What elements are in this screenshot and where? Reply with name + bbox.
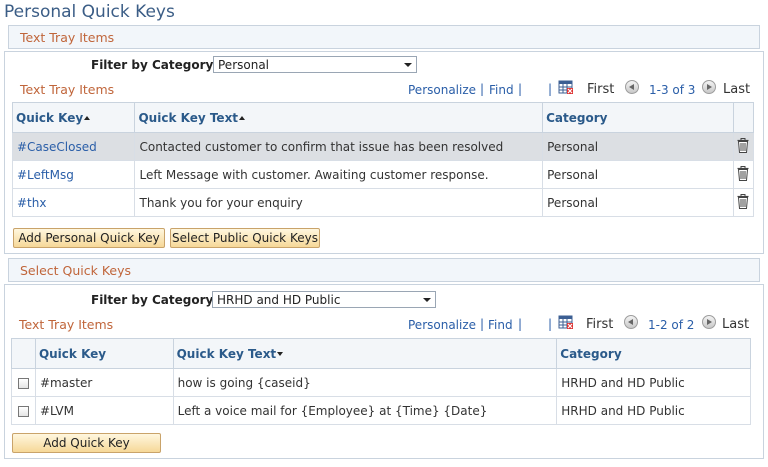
next-icon[interactable] <box>702 315 716 329</box>
filter-category-value: Personal <box>218 58 270 72</box>
page-title: Personal Quick Keys <box>4 2 175 22</box>
column-header-category[interactable]: Category <box>542 102 734 133</box>
quick-key-link[interactable]: #thx <box>11 188 136 217</box>
category-cell: HRHD and HD Public <box>556 396 751 425</box>
quick-key-cell: #master <box>34 368 174 397</box>
find-link[interactable]: Find <box>489 83 514 97</box>
dropdown-arrow-icon <box>423 298 431 302</box>
personal-keys-table: Quick Key Quick Key Text Category #CaseC… <box>11 102 755 217</box>
sort-descending-icon <box>277 352 284 356</box>
table-row[interactable]: #LeftMsg Left Message with customer. Awa… <box>11 160 755 189</box>
grid-title: Text Tray Items <box>20 82 115 97</box>
select-keys-table: Quick Key Quick Key Text Category #maste… <box>11 338 751 425</box>
category-cell: Personal <box>542 160 734 189</box>
delete-cell <box>732 188 755 217</box>
trash-icon[interactable] <box>737 137 749 156</box>
row-checkbox[interactable] <box>17 405 29 417</box>
table-row[interactable]: #thx Thank you for your enquiry Personal <box>11 188 755 217</box>
previous-icon[interactable] <box>625 80 639 94</box>
last-label: Last <box>723 82 751 97</box>
filter-category-label: Filter by Category <box>91 293 214 307</box>
personal-keys-panel: Filter by Category Personal Text Tray It… <box>4 51 764 254</box>
separator: | <box>480 82 485 96</box>
first-label: First <box>586 317 614 332</box>
table-row: #LVM Left a voice mail for {Employee} at… <box>11 396 751 425</box>
separator: | <box>480 317 485 331</box>
row-range: 1-3 of 3 <box>649 83 696 97</box>
section-header-label: Select Quick Keys <box>20 263 132 278</box>
section-header-label: Text Tray Items <box>20 30 115 45</box>
trash-icon[interactable] <box>737 193 749 212</box>
quick-key-text: how is going {caseid} <box>172 368 558 397</box>
add-personal-quick-key-button[interactable]: Add Personal Quick Key <box>13 228 165 248</box>
column-header-quick-key-text[interactable]: Quick Key Text <box>172 338 558 369</box>
quick-key-cell: #LVM <box>34 396 174 425</box>
filter-category-select[interactable]: Personal <box>213 56 417 73</box>
column-header-category[interactable]: Category <box>556 338 751 369</box>
delete-cell <box>732 132 755 161</box>
category-cell: Personal <box>542 188 734 217</box>
section-header-text-tray-items: Text Tray Items <box>8 25 760 49</box>
grid-title: Text Tray Items <box>19 317 114 332</box>
next-icon[interactable] <box>702 80 716 94</box>
row-range: 1-2 of 2 <box>648 318 695 332</box>
table-header-row: Quick Key Quick Key Text Category <box>11 338 751 369</box>
sort-ascending-icon <box>239 116 246 120</box>
table-header-row: Quick Key Quick Key Text Category <box>11 102 755 133</box>
quick-key-text: Left Message with customer. Awaiting cus… <box>134 160 544 189</box>
separator: | <box>548 317 553 331</box>
column-header-delete <box>732 102 755 133</box>
quick-key-text: Left a voice mail for {Employee} at {Tim… <box>172 396 558 425</box>
table-row: #master how is going {caseid} HRHD and H… <box>11 368 751 397</box>
row-checkbox[interactable] <box>17 377 29 389</box>
section-header-select-quick-keys: Select Quick Keys <box>8 258 760 282</box>
filter-category-value: HRHD and HD Public <box>217 293 341 307</box>
first-label: First <box>587 82 615 97</box>
column-header-quick-key-text[interactable]: Quick Key Text <box>134 102 544 133</box>
quick-key-link[interactable]: #LeftMsg <box>11 160 136 189</box>
select-cell <box>11 396 36 425</box>
separator: | <box>518 82 523 96</box>
last-label: Last <box>722 317 750 332</box>
select-public-quick-keys-button[interactable]: Select Public Quick Keys <box>170 228 320 248</box>
separator: | <box>548 82 553 96</box>
grid-view-icon[interactable] <box>558 79 574 95</box>
dropdown-arrow-icon <box>404 63 412 67</box>
personalize-link[interactable]: Personalize <box>408 83 476 97</box>
filter-category-select[interactable]: HRHD and HD Public <box>212 291 436 308</box>
grid-view-icon[interactable] <box>558 314 574 330</box>
separator: | <box>518 317 523 331</box>
column-header-quick-key[interactable]: Quick Key <box>34 338 174 369</box>
category-cell: Personal <box>542 132 734 161</box>
previous-icon[interactable] <box>624 315 638 329</box>
quick-key-text: Thank you for your enquiry <box>134 188 544 217</box>
delete-cell <box>732 160 755 189</box>
personalize-link[interactable]: Personalize <box>408 318 476 332</box>
trash-icon[interactable] <box>737 165 749 184</box>
table-row[interactable]: #CaseClosed Contacted customer to confir… <box>11 132 755 161</box>
quick-key-link[interactable]: #CaseClosed <box>11 132 136 161</box>
column-header-select <box>11 338 36 369</box>
find-link[interactable]: Find <box>488 318 513 332</box>
category-cell: HRHD and HD Public <box>556 368 751 397</box>
select-keys-panel: Filter by Category HRHD and HD Public Te… <box>4 284 764 459</box>
select-cell <box>11 368 36 397</box>
add-quick-key-button[interactable]: Add Quick Key <box>12 433 161 453</box>
column-header-quick-key[interactable]: Quick Key <box>11 102 136 133</box>
quick-key-text: Contacted customer to confirm that issue… <box>134 132 544 161</box>
filter-category-label: Filter by Category <box>91 58 214 72</box>
sort-ascending-icon <box>84 116 91 120</box>
